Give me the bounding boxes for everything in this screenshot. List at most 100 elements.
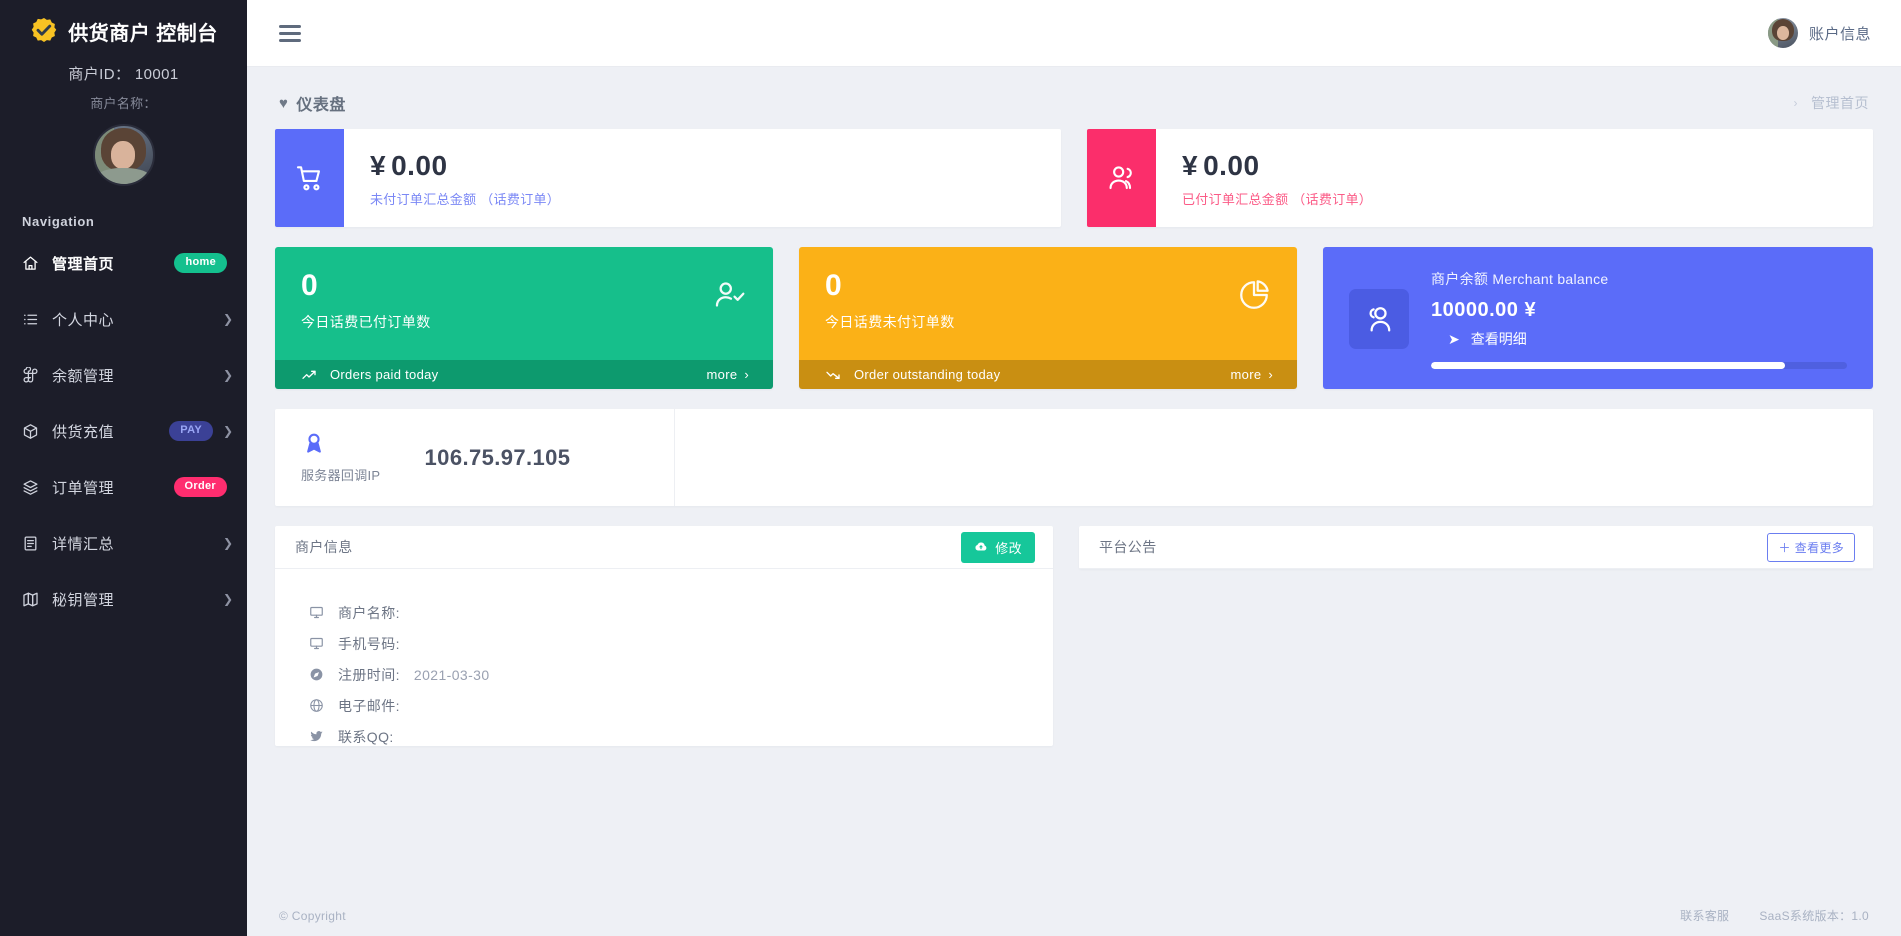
page-title: ♥ 仪表盘 [279,91,346,115]
edit-button-label: 修改 [995,538,1022,557]
account-menu[interactable]: 账户信息 [1768,18,1871,48]
content: ♥ 仪表盘 › 管理首页 ¥0.00 [247,67,1901,895]
info-label: 注册时间: [338,665,400,685]
unpaid-label: 未付订单汇总金额 （话费订单） [370,189,1061,208]
sidebar-item-summary[interactable]: 详情汇总 ❯ [0,523,247,563]
edit-button[interactable]: 修改 [961,532,1035,563]
currency-symbol: ¥ [1182,150,1198,181]
heart-icon: ♥ [279,96,288,111]
sidebar-item-label: 订单管理 [52,477,114,498]
map-icon [22,591,52,608]
orders-paid-text: 0 今日话费已付订单数 [301,271,431,332]
orders-outstanding-top: 0 今日话费未付订单数 [799,247,1297,360]
merchant-info-title: 商户信息 [295,537,353,557]
award-icon [301,431,347,457]
orders-outstanding-today-card[interactable]: 0 今日话费未付订单数 Order outstanding today [799,247,1297,389]
info-label: 联系QQ: [338,727,394,747]
view-details-link[interactable]: ➤ 查看明细 [1431,329,1847,349]
sidebar-item-label: 详情汇总 [52,533,114,554]
view-more-button[interactable]: ＋ 查看更多 [1767,533,1855,562]
pie-chart-icon [1237,278,1271,312]
hamburger-icon[interactable] [275,19,305,48]
chevron-right-icon: › [744,367,749,382]
orders-paid-footer-text: Orders paid today [330,367,438,382]
sidebar-item-orders[interactable]: 订单管理 Order [0,467,247,507]
twitter-icon [309,729,324,744]
sidebar-badge-pay: PAY [169,421,213,441]
orders-outstanding-value: 0 [825,271,955,301]
sidebar-badge-home: home [174,253,227,273]
amount-value: 0.00 [391,150,448,181]
orders-outstanding-text: 0 今日话费未付订单数 [825,271,955,332]
merchant-info-list: 商户名称: 手机号码: [275,569,1053,752]
sidebar-item-balance[interactable]: 余额管理 ❯ [0,355,247,395]
paid-amount: ¥0.00 [1182,151,1873,180]
merchant-info-header: 商户信息 修改 [275,526,1053,569]
info-row-qq: 联系QQ: [309,721,1053,752]
paid-orders-body: ¥0.00 已付订单汇总金额 （话费订单） [1156,129,1873,227]
chevron-right-icon: › [1794,96,1799,110]
chevron-right-icon: ❯ [219,536,233,550]
chevron-right-icon: › [1268,367,1273,382]
sidebar-item-label: 余额管理 [52,365,114,386]
app-root: 供货商户 控制台 商户ID： 10001 商户名称： Navigation 管理… [0,0,1901,936]
orders-paid-more-link[interactable]: more › [707,367,749,382]
merchant-balance-body: 商户余额 Merchant balance 10000.00 ¥ ➤ 查看明细 [1431,269,1847,369]
more-label: more [1231,367,1262,382]
orders-outstanding-footer[interactable]: Order outstanding today more › [799,360,1297,389]
orders-paid-top: 0 今日话费已付订单数 [275,247,773,360]
currency-symbol: ¥ [370,150,386,181]
send-icon: ➤ [1448,331,1460,348]
users-icon [1087,129,1156,227]
chevron-right-icon: ❯ [219,368,233,382]
unpaid-orders-card[interactable]: ¥0.00 未付订单汇总金额 （话费订单） [275,129,1061,227]
brand[interactable]: 供货商户 控制台 [0,0,247,56]
ip-card-empty-area [675,409,1873,506]
orders-paid-footer[interactable]: Orders paid today more › [275,360,773,389]
orders-outstanding-desc: 今日话费未付订单数 [825,312,955,332]
sidebar-item-supply-recharge[interactable]: 供货充值 PAY ❯ [0,411,247,451]
merchant-balance-card[interactable]: 商户余额 Merchant balance 10000.00 ¥ ➤ 查看明细 [1323,247,1873,389]
paid-orders-card[interactable]: ¥0.00 已付订单汇总金额 （话费订单） [1087,129,1873,227]
orders-paid-today-card[interactable]: 0 今日话费已付订单数 Orders paid today [275,247,773,389]
page-head: ♥ 仪表盘 › 管理首页 [275,67,1873,129]
avatar [93,124,155,186]
breadcrumb-current[interactable]: 管理首页 [1811,93,1869,113]
box-icon [22,423,52,440]
badge-check-icon [29,16,59,46]
sidebar-item-label: 秘钥管理 [52,589,114,610]
avatar [1768,18,1798,48]
chevron-right-icon: ❯ [219,312,233,326]
home-icon [22,255,52,272]
info-row-email: 电子邮件: [309,690,1053,721]
sidebar-item-home[interactable]: 管理首页 home [0,243,247,283]
server-callback-ip-card: 服务器回调IP 106.75.97.105 [275,409,1873,506]
chevron-right-icon: ❯ [219,424,233,438]
merchant-info-panel: 商户信息 修改 商户名称: [275,526,1053,746]
platform-notice-panel: 平台公告 ＋ 查看更多 [1079,526,1873,569]
orders-paid-desc: 今日话费已付订单数 [301,312,431,332]
main-area: 账户信息 ♥ 仪表盘 › 管理首页 [247,0,1901,936]
orders-outstanding-more-link[interactable]: more › [1231,367,1273,382]
info-row-phone: 手机号码: [309,628,1053,659]
sidebar-badge-order: Order [174,477,227,497]
footer: © Copyright 联系客服 SaaS系统版本：1.0 [247,895,1901,936]
sidebar-item-label: 个人中心 [52,309,114,330]
more-label: more [707,367,738,382]
merchant-id: 商户ID： 10001 [0,63,247,84]
page-title-text: 仪表盘 [296,91,346,115]
sidebar-item-personal-center[interactable]: 个人中心 ❯ [0,299,247,339]
server-callback-ip-value: 106.75.97.105 [347,445,648,471]
amount-value: 0.00 [1203,150,1260,181]
account-label: 账户信息 [1809,23,1871,44]
topbar: 账户信息 [247,0,1901,67]
platform-notice-header: 平台公告 ＋ 查看更多 [1079,526,1873,569]
footer-support-link[interactable]: 联系客服 [1680,907,1729,924]
users-group-icon [1349,289,1409,349]
ip-row: 服务器回调IP 106.75.97.105 [275,409,1873,506]
info-row-register-time: 注册时间: 2021-03-30 [309,659,1053,690]
sidebar-item-key-management[interactable]: 秘钥管理 ❯ [0,579,247,619]
info-row-merchant-name: 商户名称: [309,597,1053,628]
merchant-balance-amount: 10000.00 ¥ [1431,299,1847,322]
orders-outstanding-footer-text: Order outstanding today [854,367,1000,382]
